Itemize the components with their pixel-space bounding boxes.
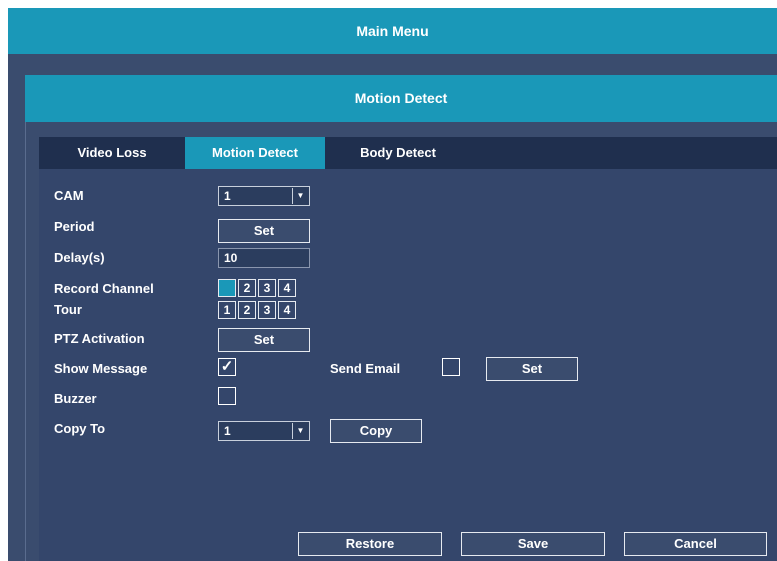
- tour-4-checkbox[interactable]: 4: [278, 301, 296, 319]
- restore-button[interactable]: Restore: [298, 532, 442, 556]
- record-channel-2-checkbox[interactable]: 2: [238, 279, 256, 297]
- cam-select-value: 1: [224, 189, 231, 203]
- send-email-checkbox[interactable]: [442, 358, 460, 376]
- tab-motion-detect[interactable]: Motion Detect: [185, 137, 325, 169]
- buzzer-label: Buzzer: [54, 391, 97, 406]
- ptz-set-button[interactable]: Set: [218, 328, 310, 352]
- record-channel-4-checkbox[interactable]: 4: [278, 279, 296, 297]
- record-channel-group: 1 2 3 4: [218, 279, 310, 297]
- save-button[interactable]: Save: [461, 532, 605, 556]
- checkmark-icon: ✓: [220, 358, 234, 375]
- ptz-activation-label: PTZ Activation: [54, 331, 145, 346]
- copy-button[interactable]: Copy: [330, 419, 422, 443]
- chevron-down-icon[interactable]: ▼: [292, 423, 308, 439]
- send-email-set-button[interactable]: Set: [486, 357, 578, 381]
- cancel-button[interactable]: Cancel: [624, 532, 767, 556]
- main-menu-title: Main Menu: [356, 23, 429, 39]
- chevron-down-icon[interactable]: ▼: [292, 188, 308, 204]
- delay-input[interactable]: 10: [218, 248, 310, 268]
- dialog-title-bar: Motion Detect: [25, 75, 777, 122]
- record-channel-label: Record Channel: [54, 281, 154, 296]
- tab-body-detect[interactable]: Body Detect: [325, 137, 471, 169]
- main-menu-title-bar: Main Menu: [8, 8, 777, 54]
- record-channel-1-checkbox[interactable]: 1: [218, 279, 236, 297]
- delay-input-value: 10: [224, 251, 238, 265]
- period-label: Period: [54, 219, 95, 234]
- period-set-button[interactable]: Set: [218, 219, 310, 243]
- cam-select[interactable]: 1 ▼: [218, 186, 310, 206]
- copy-to-select[interactable]: 1 ▼: [218, 421, 310, 441]
- tab-video-loss[interactable]: Video Loss: [39, 137, 185, 169]
- tour-group: 1 2 3 4: [218, 301, 310, 319]
- cam-label: CAM: [54, 188, 84, 203]
- tour-label: Tour: [54, 302, 82, 317]
- tour-3-checkbox[interactable]: 3: [258, 301, 276, 319]
- send-email-label: Send Email: [330, 361, 401, 376]
- buzzer-checkbox[interactable]: [218, 387, 236, 405]
- motion-detect-panel: [39, 169, 777, 561]
- copy-to-label: Copy To: [54, 421, 106, 436]
- dialog-title: Motion Detect: [354, 90, 448, 106]
- record-channel-3-checkbox[interactable]: 3: [258, 279, 276, 297]
- tour-2-checkbox[interactable]: 2: [238, 301, 256, 319]
- tour-1-checkbox[interactable]: 1: [218, 301, 236, 319]
- delay-label: Delay(s): [54, 250, 105, 265]
- show-message-checkbox[interactable]: ✓: [218, 358, 236, 376]
- show-message-label: Show Message: [54, 361, 148, 376]
- copy-to-select-value: 1: [224, 424, 231, 438]
